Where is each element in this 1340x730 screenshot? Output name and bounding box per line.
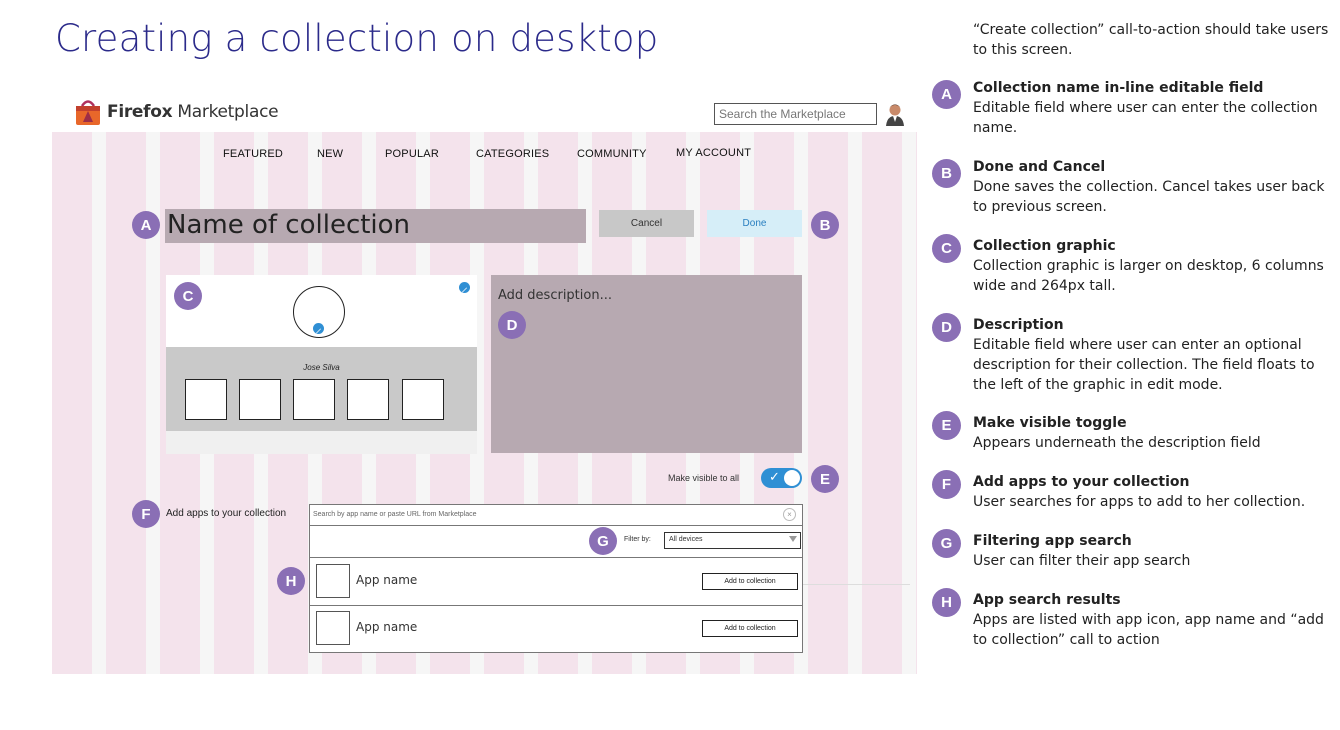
annotation-badge-a: A [132, 211, 160, 239]
note-title: Filtering app search [973, 533, 1132, 549]
annotation-badge-b: B [811, 211, 839, 239]
note-badge-d: D [932, 313, 961, 342]
note-title: Collection name in-line editable field [973, 80, 1264, 96]
note-e: Make visible toggle Appears underneath t… [973, 413, 1335, 453]
note-badge-h: H [932, 588, 961, 617]
collection-app-slot [293, 379, 335, 420]
note-badge-a: A [932, 80, 961, 109]
chevron-down-icon [789, 536, 797, 542]
note-title: Make visible toggle [973, 415, 1127, 431]
app-name: App name [356, 620, 418, 634]
note-b: Done and Cancel Done saves the collectio… [973, 157, 1335, 217]
note-title: Add apps to your collection [973, 474, 1190, 490]
make-visible-label: Make visible to all [668, 473, 740, 483]
collection-app-slot [347, 379, 389, 420]
app-name: App name [356, 573, 418, 587]
nav-my-account[interactable]: MY ACCOUNT [676, 147, 751, 159]
annotation-badge-g: G [589, 527, 617, 555]
note-badge-c: C [932, 234, 961, 263]
row-divider [309, 557, 803, 558]
collection-graphic-footer [166, 431, 477, 454]
toggle-knob [784, 470, 800, 486]
clear-search-icon[interactable]: × [783, 508, 796, 521]
annotation-badge-f: F [132, 500, 160, 528]
add-to-collection-button[interactable]: Add to collection [702, 620, 798, 637]
collection-app-slot [239, 379, 281, 420]
note-body: User searches for apps to add to her col… [973, 494, 1306, 510]
marketplace-search-input[interactable]: Search the Marketplace [714, 103, 877, 125]
collection-app-slot [402, 379, 444, 420]
checkmark-icon: ✓ [769, 469, 780, 484]
note-d: Description Editable field where user ca… [973, 315, 1335, 395]
note-badge-f: F [932, 470, 961, 499]
note-title: Description [973, 317, 1064, 333]
add-apps-label: Add apps to your collection [166, 508, 287, 519]
nav-popular[interactable]: POPULAR [385, 148, 439, 160]
nav-featured[interactable]: FEATURED [223, 148, 283, 160]
note-body: User can filter their app search [973, 553, 1191, 569]
note-c: Collection graphic Collection graphic is… [973, 236, 1335, 296]
annotation-badge-d: D [498, 311, 526, 339]
note-body: Editable field where user can enter an o… [973, 337, 1315, 393]
device-filter-select[interactable]: All devices [664, 532, 801, 549]
app-search-input[interactable]: Search by app name or paste URL from Mar… [309, 504, 803, 526]
note-title: App search results [973, 592, 1121, 608]
annotation-badge-c: C [174, 282, 202, 310]
note-f: Add apps to your collection User searche… [973, 472, 1335, 512]
user-avatar[interactable] [884, 102, 906, 126]
nav-community[interactable]: COMMUNITY [577, 148, 647, 160]
row-divider [309, 605, 803, 606]
description-placeholder: Add description... [498, 288, 612, 303]
note-body: Appears underneath the description field [973, 435, 1261, 451]
edit-pencil-icon[interactable] [313, 323, 324, 334]
note-body: Apps are listed with app icon, app name … [973, 612, 1324, 648]
firefox-marketplace-logo[interactable]: Firefox Marketplace [73, 98, 279, 126]
note-badge-b: B [932, 159, 961, 188]
note-body: Collection graphic is larger on desktop,… [973, 258, 1324, 294]
marketplace-bag-icon [73, 98, 103, 126]
intro-note: “Create collection” call-to-action shoul… [973, 22, 1329, 58]
note-body: Editable field where user can enter the … [973, 100, 1318, 136]
cancel-button[interactable]: Cancel [599, 210, 694, 237]
note-title: Collection graphic [973, 238, 1116, 254]
note-body: Done saves the collection. Cancel takes … [973, 179, 1325, 215]
annotation-badge-e: E [811, 465, 839, 493]
note-a: Collection name in-line editable field E… [973, 78, 1335, 138]
page-title: Creating a collection on desktop [55, 17, 659, 60]
edit-graphic-pencil-icon[interactable] [459, 282, 470, 293]
app-icon-placeholder [316, 611, 350, 645]
nav-new[interactable]: NEW [317, 148, 343, 160]
guide-line [803, 584, 910, 585]
add-to-collection-button[interactable]: Add to collection [702, 573, 798, 590]
note-h: App search results Apps are listed with … [973, 590, 1335, 650]
collection-app-slot [185, 379, 227, 420]
filter-label: Filter by: [624, 536, 651, 543]
logo-text: Firefox Marketplace [107, 102, 279, 122]
note-badge-g: G [932, 529, 961, 558]
annotation-badge-h: H [277, 567, 305, 595]
nav-categories[interactable]: CATEGORIES [476, 148, 549, 160]
app-icon-placeholder [316, 564, 350, 598]
collection-name-field[interactable]: Name of collection [165, 209, 586, 243]
note-title: Done and Cancel [973, 159, 1106, 175]
done-button[interactable]: Done [707, 210, 802, 237]
collection-author: Jose Silva [303, 363, 340, 372]
filter-selected-value: All devices [669, 536, 703, 543]
note-badge-e: E [932, 411, 961, 440]
note-g: Filtering app search User can filter the… [973, 531, 1335, 571]
make-visible-toggle[interactable]: ✓ [761, 468, 802, 488]
